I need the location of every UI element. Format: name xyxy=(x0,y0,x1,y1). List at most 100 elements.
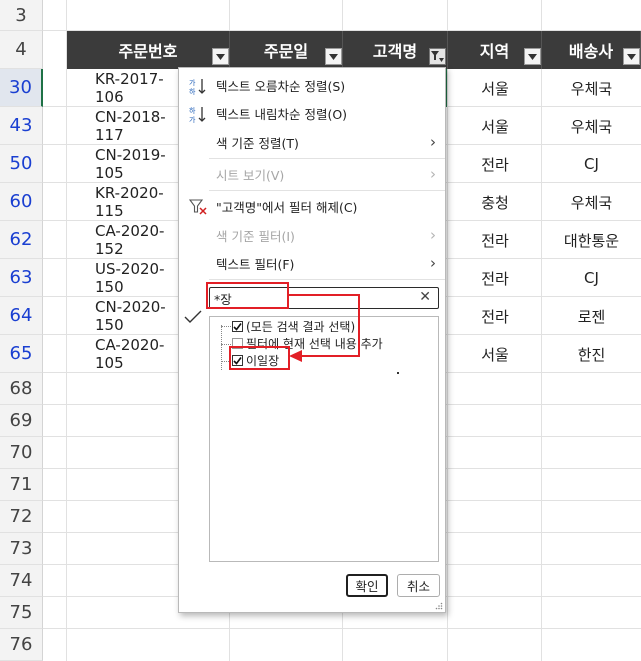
resize-grip-icon[interactable] xyxy=(435,602,443,610)
sort-descending-icon: 하 가 xyxy=(189,106,206,123)
check-icon xyxy=(184,310,202,323)
cell-order-no[interactable]: CN-2019-105 xyxy=(67,145,178,183)
menu-separator xyxy=(209,190,445,191)
row-header-43[interactable]: 43 xyxy=(0,107,43,145)
cell-order-no[interactable]: CN-2020-150 xyxy=(67,297,178,335)
svg-text:하: 하 xyxy=(189,106,196,115)
cell-order-no[interactable]: CA-2020-152 xyxy=(67,221,178,259)
cell-carrier[interactable]: 로젠 xyxy=(542,297,641,335)
menu-separator xyxy=(209,158,445,159)
header-order-no: 주문번호 xyxy=(67,31,230,69)
cell-order-no[interactable]: CN-2018-117 xyxy=(67,107,178,145)
row-header-70[interactable]: 70 xyxy=(0,437,43,469)
checkbox-checked[interactable] xyxy=(232,320,243,332)
tree-connector xyxy=(221,326,231,327)
cell-carrier[interactable]: 한진 xyxy=(542,335,641,373)
annotation-arrow xyxy=(358,294,360,357)
cell-order-no[interactable]: CA-2020-105 xyxy=(67,335,178,373)
cell-order-no[interactable]: KR-2020-115 xyxy=(67,183,178,221)
text-filters-label: 텍스트 필터(F) xyxy=(216,256,295,272)
row-header-62[interactable]: 62 xyxy=(0,221,43,259)
chevron-right-icon: › xyxy=(430,133,436,151)
chevron-down-icon xyxy=(216,53,225,60)
filter-dropdown-button[interactable] xyxy=(524,48,541,65)
annotation-arrow xyxy=(301,355,360,357)
clear-filter-icon xyxy=(189,199,207,215)
ok-button[interactable]: 확인 xyxy=(346,574,388,597)
cell-region[interactable]: 전라 xyxy=(448,221,542,259)
menu-sort-ascending[interactable]: 가 하 텍스트 오름차순 정렬(S) xyxy=(179,72,445,98)
chevron-down-icon xyxy=(528,53,537,60)
menu-text-filters[interactable]: 텍스트 필터(F) › xyxy=(179,250,445,276)
cell-order-no[interactable]: KR-2017-106 xyxy=(67,69,178,107)
cursor-dot xyxy=(397,372,399,374)
chevron-down-icon xyxy=(627,53,636,60)
filter-dropdown-button[interactable] xyxy=(212,48,229,65)
svg-text:하: 하 xyxy=(189,87,196,95)
svg-text:가: 가 xyxy=(189,78,196,87)
row-header-3[interactable]: 3 xyxy=(0,0,43,31)
menu-filter-by-color: 색 기준 필터(I) › xyxy=(179,222,445,248)
chevron-right-icon: › xyxy=(430,226,436,244)
row-header-60[interactable]: 60 xyxy=(0,183,43,221)
autofilter-dropdown: 가 하 텍스트 오름차순 정렬(S) 하 가 텍스트 내림차순 정렬(O) 색 … xyxy=(178,67,446,613)
annotation-box-item xyxy=(229,346,290,370)
sheet-view-label: 시트 보기(V) xyxy=(216,167,285,183)
arrow-left-icon xyxy=(289,350,302,362)
row-header-68[interactable]: 68 xyxy=(0,373,43,405)
cell-region[interactable]: 전라 xyxy=(448,297,542,335)
row-header-72[interactable]: 72 xyxy=(0,501,43,533)
row-header-63[interactable]: 63 xyxy=(0,259,43,297)
row-header-75[interactable]: 75 xyxy=(0,597,43,629)
cell-carrier[interactable]: 우체국 xyxy=(542,69,641,107)
row-header-64[interactable]: 64 xyxy=(0,297,43,335)
cancel-button[interactable]: 취소 xyxy=(397,574,440,597)
tree-connector xyxy=(221,325,222,370)
annotation-arrow xyxy=(289,294,360,296)
sort-ascending-label: 텍스트 오름차순 정렬(S) xyxy=(216,78,346,94)
menu-clear-filter[interactable]: "고객명"에서 필터 해제(C) xyxy=(179,193,445,219)
chevron-down-icon xyxy=(329,53,338,60)
cell-carrier[interactable]: 대한통운 xyxy=(542,221,641,259)
row-header-30[interactable]: 30 xyxy=(0,69,43,107)
filter-active-button[interactable] xyxy=(429,48,446,65)
row-header-73[interactable]: 73 xyxy=(0,533,43,565)
column-a xyxy=(43,0,66,661)
filter-dropdown-button[interactable] xyxy=(325,48,342,65)
menu-sort-by-color[interactable]: 색 기준 정렬(T) › xyxy=(179,129,445,155)
sort-by-color-label: 색 기준 정렬(T) xyxy=(216,135,299,151)
svg-text:가: 가 xyxy=(189,115,196,123)
select-all-label: (모든 검색 결과 선택) xyxy=(246,319,356,334)
row-header-74[interactable]: 74 xyxy=(0,565,43,597)
cell-region[interactable]: 서울 xyxy=(448,69,542,107)
cell-region[interactable]: 서울 xyxy=(448,107,542,145)
filter-funnel-icon xyxy=(431,50,444,62)
gridline xyxy=(43,628,641,629)
cell-region[interactable]: 전라 xyxy=(448,145,542,183)
annotation-box-search xyxy=(206,282,289,309)
check-icon xyxy=(233,322,242,331)
close-icon[interactable]: ✕ xyxy=(419,289,431,305)
cell-region[interactable]: 충청 xyxy=(448,183,542,221)
cell-carrier[interactable]: 우체국 xyxy=(542,107,641,145)
cell-carrier[interactable]: CJ xyxy=(542,145,641,183)
cell-order-no[interactable]: US-2020-150 xyxy=(67,259,178,297)
filter-select-all[interactable]: (모든 검색 결과 선택) xyxy=(232,317,355,335)
filter-dropdown-button[interactable] xyxy=(623,48,640,65)
tree-connector xyxy=(221,344,231,345)
cell-region[interactable]: 전라 xyxy=(448,259,542,297)
row-header-76[interactable]: 76 xyxy=(0,629,43,661)
menu-sort-descending[interactable]: 하 가 텍스트 내림차순 정렬(O) xyxy=(179,100,445,126)
row-header-50[interactable]: 50 xyxy=(0,145,43,183)
row-header-4[interactable]: 4 xyxy=(0,31,43,69)
cell-carrier[interactable]: CJ xyxy=(542,259,641,297)
menu-sheet-view: 시트 보기(V) › xyxy=(179,161,445,187)
row-header-65[interactable]: 65 xyxy=(0,335,43,373)
chevron-right-icon: › xyxy=(430,165,436,183)
row-header-71[interactable]: 71 xyxy=(0,469,43,501)
chevron-right-icon: › xyxy=(430,254,436,272)
sort-ascending-icon: 가 하 xyxy=(189,78,206,95)
cell-region[interactable]: 서울 xyxy=(448,335,542,373)
row-header-69[interactable]: 69 xyxy=(0,405,43,437)
cell-carrier[interactable]: 우체국 xyxy=(542,183,641,221)
